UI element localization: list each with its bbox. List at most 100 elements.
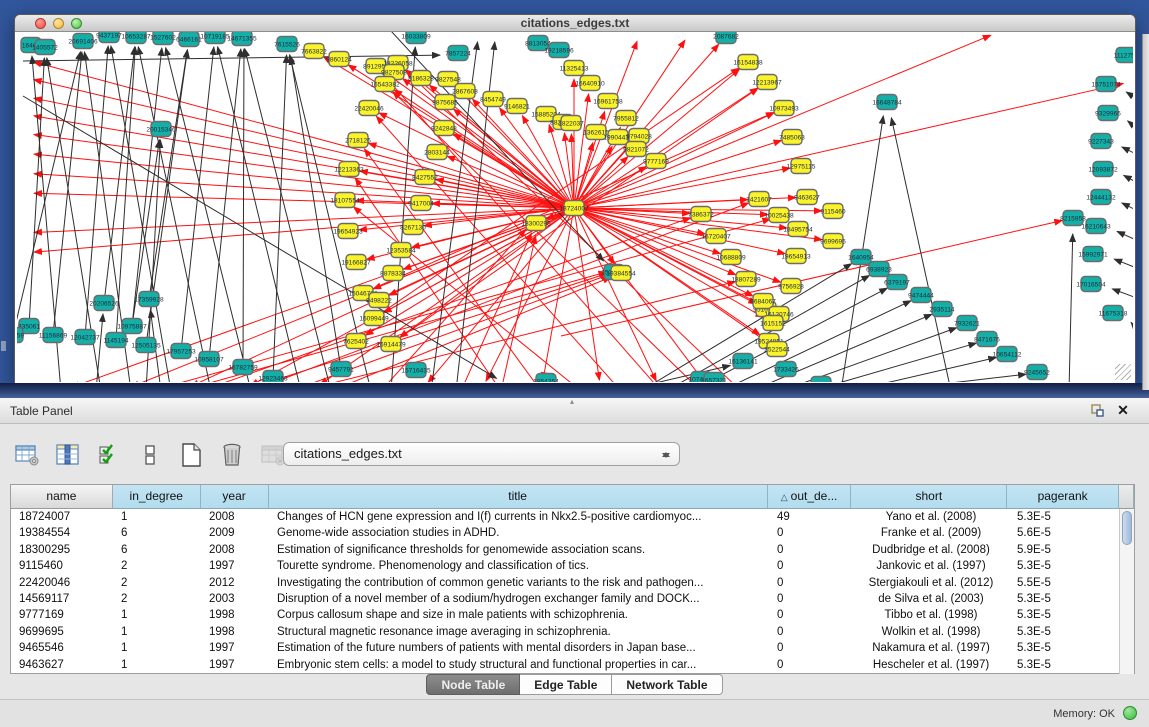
table-cell[interactable]: Corpus callosum shape and size in male p… (269, 607, 769, 623)
graph-node[interactable]: 9777169 (643, 154, 669, 169)
delete-table-icon[interactable] (219, 442, 245, 468)
graph-node[interactable]: 9860124 (326, 52, 352, 67)
table-cell[interactable]: Embryonic stem cells: a model to study s… (269, 657, 769, 673)
graph-node[interactable]: 6466161 (176, 32, 202, 47)
graph-node[interactable]: 9329966 (1095, 106, 1121, 121)
table-cell[interactable]: 9463627 (11, 657, 113, 673)
graph-node[interactable]: 19384554 (606, 266, 636, 281)
graph-node[interactable]: 17016504 (1076, 277, 1106, 292)
graph-edge[interactable] (1122, 203, 1133, 209)
graph-node[interactable]: 12353584 (386, 243, 416, 258)
table-row[interactable]: 1830029562008Estimation of significance … (11, 542, 1134, 558)
graph-node[interactable]: 1733426 (773, 362, 799, 377)
graph-node[interactable]: 12444132 (1086, 190, 1116, 205)
graph-edge[interactable] (1122, 147, 1133, 153)
table-cell[interactable]: Estimation of significance thresholds fo… (269, 542, 769, 558)
table-settings-icon[interactable] (14, 442, 40, 468)
table-cell[interactable]: 0 (769, 525, 853, 541)
graph-edge[interactable] (574, 83, 1123, 208)
table-cell[interactable]: 0 (769, 558, 853, 574)
tab-node-table[interactable]: Node Table (426, 674, 520, 695)
table-cell[interactable]: Estimation of the future numbers of pati… (269, 640, 769, 656)
graph-node[interactable]: 2935114 (929, 302, 955, 317)
graph-node[interactable]: 20691406 (68, 34, 98, 49)
graph-node[interactable]: 11156869 (39, 328, 68, 343)
table-cell[interactable]: 0 (769, 657, 853, 673)
network-window-titlebar[interactable]: citations_edges.txt (15, 15, 1135, 32)
graph-node[interactable]: 7857224 (445, 46, 471, 61)
graph-node[interactable]: 9463627 (794, 190, 820, 205)
graph-edge[interactable] (273, 55, 287, 378)
table-cell[interactable]: 22420046 (11, 575, 113, 591)
graph-edge[interactable] (96, 314, 103, 382)
graph-node[interactable]: 11675318 (1099, 306, 1128, 321)
table-cell[interactable]: 1 (113, 607, 201, 623)
table-cell[interactable]: Dudbridge et al. (2008) (853, 542, 1009, 558)
column-header-title[interactable]: title (269, 485, 768, 509)
graph-node[interactable]: 12213967 (752, 75, 782, 90)
graph-node[interactable]: 16033809 (401, 32, 431, 44)
graph-node[interactable]: 1112753 (1114, 48, 1133, 63)
table-scrollbar[interactable] (1119, 509, 1134, 674)
graph-node[interactable]: 19218596 (544, 43, 574, 58)
graph-node[interactable]: 9245012 (808, 377, 834, 383)
table-cell[interactable]: 9115460 (11, 558, 113, 574)
graph-node[interactable]: 17957253 (166, 344, 196, 359)
table-cell[interactable]: Tibbo et al. (1998) (853, 607, 1009, 623)
table-row[interactable]: 969969511998Structural magnetic resonanc… (11, 624, 1134, 640)
table-cell[interactable]: 1 (113, 509, 201, 525)
graph-edge[interactable] (1069, 234, 1073, 382)
graph-edge[interactable] (218, 47, 301, 382)
graph-node[interactable]: 12042737 (70, 330, 100, 345)
graph-node[interactable]: 10719185 (200, 32, 230, 44)
scrollbar-thumb[interactable] (1122, 511, 1132, 545)
graph-edge[interactable] (34, 134, 574, 208)
graph-node[interactable]: 18495754 (783, 222, 813, 237)
splitter-handle-icon[interactable]: ▴ (570, 399, 579, 404)
table-cell[interactable]: Wolkin et al. (1998) (853, 624, 1009, 640)
graph-node[interactable]: 18107554 (330, 193, 360, 208)
graph-edge[interactable] (881, 374, 1026, 382)
graph-node[interactable]: 16154838 (733, 55, 763, 70)
graph-node[interactable]: 10958107 (194, 352, 224, 367)
graph-edge[interactable] (34, 193, 574, 208)
tab-edge-table[interactable]: Edge Table (520, 674, 612, 695)
table-cell[interactable]: 49 (769, 509, 853, 525)
table-cell[interactable]: 1 (113, 657, 201, 673)
table-cell[interactable]: 2 (113, 558, 201, 574)
graph-node[interactable]: 9457791 (328, 362, 354, 377)
graph-edge[interactable] (453, 134, 574, 208)
graph-node[interactable]: 1145194 (103, 333, 129, 348)
table-cell[interactable]: 2008 (201, 542, 269, 558)
graph-node[interactable]: 16210643 (1081, 219, 1111, 234)
graph-node[interactable]: 1657321 (701, 373, 727, 383)
graph-node[interactable]: 9875685 (432, 95, 458, 110)
graph-edge[interactable] (574, 94, 589, 208)
graph-edge[interactable] (891, 118, 951, 382)
graph-edge[interactable] (209, 49, 241, 359)
graph-node[interactable]: 1421607 (746, 192, 772, 207)
table-cell[interactable]: Investigating the contribution of common… (269, 575, 769, 591)
table-cell[interactable]: Hescheler et al. (1997) (853, 657, 1009, 673)
graph-node[interactable]: 10973493 (769, 101, 799, 116)
table-row[interactable]: 946362711997Embryonic stem cells: a mode… (11, 657, 1134, 673)
window-resize-grip[interactable] (1115, 364, 1131, 380)
table-cell[interactable]: 2009 (201, 525, 269, 541)
graph-node[interactable]: 7485063 (779, 130, 805, 145)
table-cell[interactable]: 5.9E-5 (1009, 542, 1121, 558)
table-cell[interactable]: 2 (113, 575, 201, 591)
graph-node[interactable]: 9699695 (820, 234, 846, 249)
table-cell[interactable]: de Silva et al. (2003) (853, 591, 1009, 607)
graph-node[interactable]: 9227343 (1088, 134, 1114, 149)
table-cell[interactable]: 0 (769, 591, 853, 607)
graph-edge[interactable] (1126, 92, 1133, 97)
float-panel-icon[interactable] (1089, 403, 1105, 419)
table-cell[interactable]: 5.3E-5 (1009, 558, 1121, 574)
graph-node[interactable]: 2867608 (452, 84, 478, 99)
graph-node[interactable]: 9756928 (778, 279, 804, 294)
graph-edge[interactable] (1114, 259, 1133, 267)
table-row[interactable]: 911546021997Tourette syndrome. Phenomeno… (11, 558, 1134, 574)
table-cell[interactable]: 2012 (201, 575, 269, 591)
graph-node[interactable]: 10654112 (993, 347, 1022, 362)
table-cell[interactable]: 1998 (201, 624, 269, 640)
